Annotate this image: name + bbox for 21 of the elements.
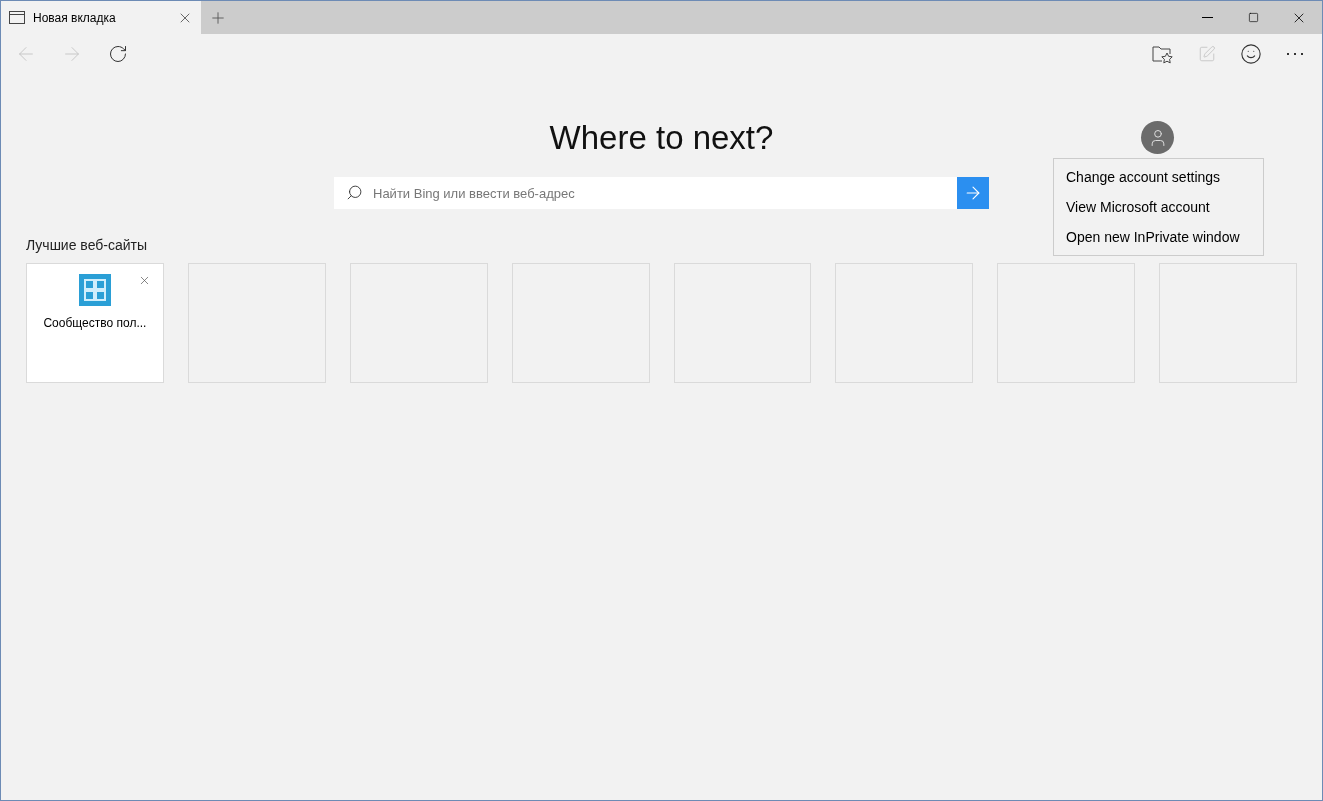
go-button[interactable] xyxy=(957,177,989,209)
tab-title: Новая вкладка xyxy=(33,9,117,27)
minimize-icon xyxy=(1201,17,1213,18)
avatar-icon[interactable] xyxy=(1141,121,1174,154)
menu-item[interactable]: Change account settings xyxy=(1054,162,1263,192)
menu-item[interactable]: Open new InPrivate window xyxy=(1054,222,1263,252)
search-icon xyxy=(346,184,363,201)
browser-tab[interactable]: Новая вкладка xyxy=(1,1,201,34)
site-logo-icon xyxy=(78,274,111,306)
favorites-star-icon xyxy=(1152,44,1174,64)
search-field[interactable]: Найти Bing или ввести веб-адрес xyxy=(334,177,957,209)
pen-icon xyxy=(1198,45,1216,63)
section-title: Лучшие веб-сайты xyxy=(26,236,148,255)
page-heading: Where to next? xyxy=(549,118,774,158)
tab-page-icon xyxy=(9,11,25,24)
smiley-icon xyxy=(1240,43,1262,65)
site-tile[interactable]: Сообщество пол... xyxy=(26,263,164,383)
maximize-icon xyxy=(1247,12,1259,23)
tile-title: Сообщество пол... xyxy=(43,315,147,332)
refresh-icon xyxy=(108,44,128,64)
menu-item[interactable]: View Microsoft account xyxy=(1054,192,1263,222)
